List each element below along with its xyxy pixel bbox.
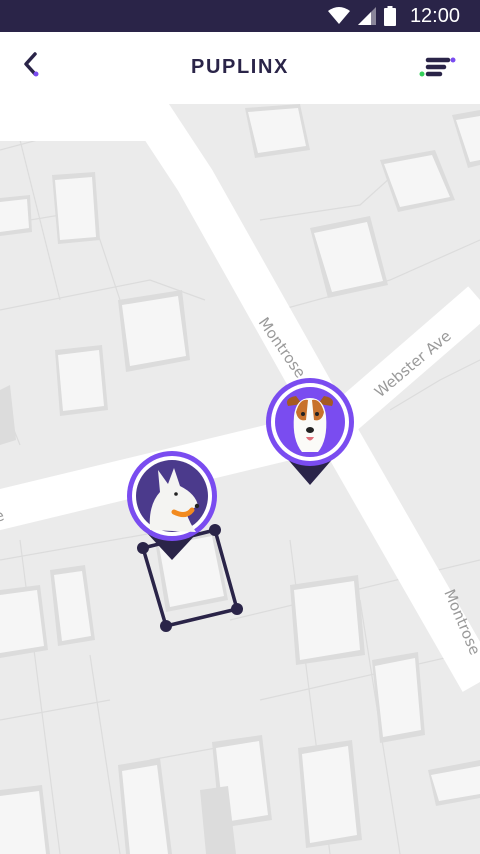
- menu-button[interactable]: [418, 54, 456, 82]
- map-view[interactable]: Montrose Webster Ave Montrose e: [0, 104, 480, 854]
- map-canvas: Montrose Webster Ave Montrose e: [0, 104, 480, 854]
- geofence-handle[interactable]: [137, 542, 149, 554]
- geofence-handle[interactable]: [160, 620, 172, 632]
- signal-icon: [357, 7, 376, 25]
- wifi-icon: [327, 7, 350, 24]
- battery-icon: [383, 6, 396, 26]
- menu-icon: [419, 57, 456, 77]
- geofence-handle[interactable]: [231, 603, 243, 615]
- app-bar: PUPLINX: [0, 32, 480, 104]
- geofence-handle[interactable]: [209, 524, 221, 536]
- status-time: 12:00: [409, 4, 460, 27]
- app-title: PUPLINX: [191, 56, 289, 78]
- status-icons: 12:00: [327, 0, 460, 32]
- status-bar: 12:00: [0, 0, 480, 32]
